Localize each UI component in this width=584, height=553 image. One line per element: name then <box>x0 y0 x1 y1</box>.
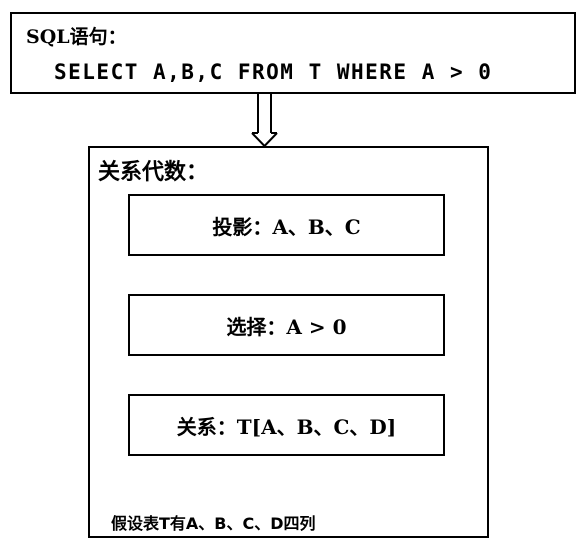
relational-algebra-box: 关系代数： 投影：A、B、C 选择：A > 0 关系：T[A、B、C、D] 假设… <box>88 146 489 538</box>
table-assumption-note: 假设表T有A、B、C、D四列 <box>111 514 316 533</box>
projection-step: 投影：A、B、C <box>128 194 445 256</box>
relational-algebra-title: 关系代数： <box>98 160 209 185</box>
selection-step: 选择：A > 0 <box>128 294 445 356</box>
relation-step: 关系：T[A、B、C、D] <box>128 394 445 456</box>
double-arrow-down-icon <box>251 94 278 148</box>
